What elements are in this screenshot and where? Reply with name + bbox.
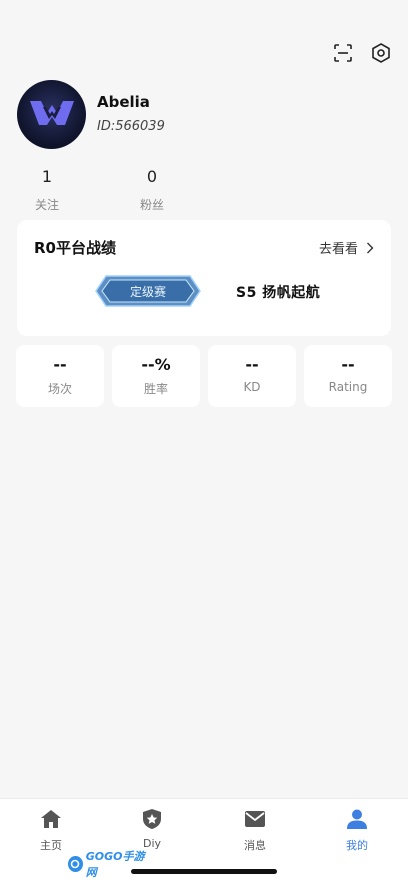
mail-icon bbox=[220, 807, 290, 831]
season-label: S5 扬帆起航 bbox=[236, 285, 321, 301]
watermark-logo-icon bbox=[68, 856, 83, 872]
stat-label: 场次 bbox=[47, 382, 72, 396]
user-id: ID:566039 bbox=[97, 119, 165, 134]
tab-messages[interactable]: 消息 bbox=[220, 807, 290, 853]
stat-label: 胜率 bbox=[143, 382, 168, 396]
follow-count: 1 bbox=[41, 167, 53, 186]
view-more-link[interactable]: 去看看 bbox=[319, 238, 374, 257]
stat-label: KD bbox=[243, 380, 261, 394]
matches-stat: -- 场次 bbox=[16, 345, 104, 407]
rank-badge: 定级赛 bbox=[94, 274, 202, 308]
stat-value: -- bbox=[53, 355, 67, 374]
follow-label: 关注 bbox=[34, 198, 59, 212]
record-card-title: R0平台战绩 bbox=[34, 239, 116, 257]
watermark-text: GOGO手游网 bbox=[85, 850, 145, 879]
tab-label: 主页 bbox=[40, 839, 62, 852]
record-card: R0平台战绩 去看看 定级赛 S5 扬帆起航 bbox=[17, 220, 391, 336]
kd-stat: -- KD bbox=[208, 345, 296, 407]
fans-count: 0 bbox=[146, 167, 158, 186]
tab-label: 消息 bbox=[244, 839, 266, 852]
settings-icon[interactable] bbox=[368, 40, 394, 66]
fans-stat[interactable]: 0 粉丝 bbox=[122, 167, 182, 213]
star-badge-icon bbox=[117, 807, 187, 831]
chevron-right-icon bbox=[367, 242, 374, 253]
user-name: Abelia bbox=[97, 93, 150, 111]
view-more-label: 去看看 bbox=[318, 242, 358, 257]
profile-page: Abelia ID:566039 1 关注 0 粉丝 R0平台战绩 去看看 定级… bbox=[0, 0, 408, 883]
stat-value: --% bbox=[141, 355, 171, 374]
fans-label: 粉丝 bbox=[139, 198, 164, 212]
tab-me[interactable]: 我的 bbox=[322, 807, 392, 853]
stat-value: -- bbox=[341, 355, 355, 374]
stat-value: -- bbox=[245, 355, 259, 374]
avatar[interactable] bbox=[17, 80, 86, 149]
rating-stat: -- Rating bbox=[304, 345, 392, 407]
home-icon bbox=[16, 807, 86, 831]
home-indicator bbox=[131, 869, 277, 874]
tab-home[interactable]: 主页 bbox=[16, 807, 86, 853]
stat-label: Rating bbox=[328, 380, 368, 394]
team-logo-icon bbox=[29, 100, 74, 125]
person-icon bbox=[322, 807, 392, 831]
tab-diy[interactable]: Diy bbox=[117, 807, 187, 850]
win-rate-stat: --% 胜率 bbox=[112, 345, 200, 407]
tab-label: 我的 bbox=[346, 839, 368, 852]
scan-icon[interactable] bbox=[330, 40, 356, 66]
follow-stat[interactable]: 1 关注 bbox=[17, 167, 77, 213]
rank-badge-label: 定级赛 bbox=[129, 284, 166, 299]
